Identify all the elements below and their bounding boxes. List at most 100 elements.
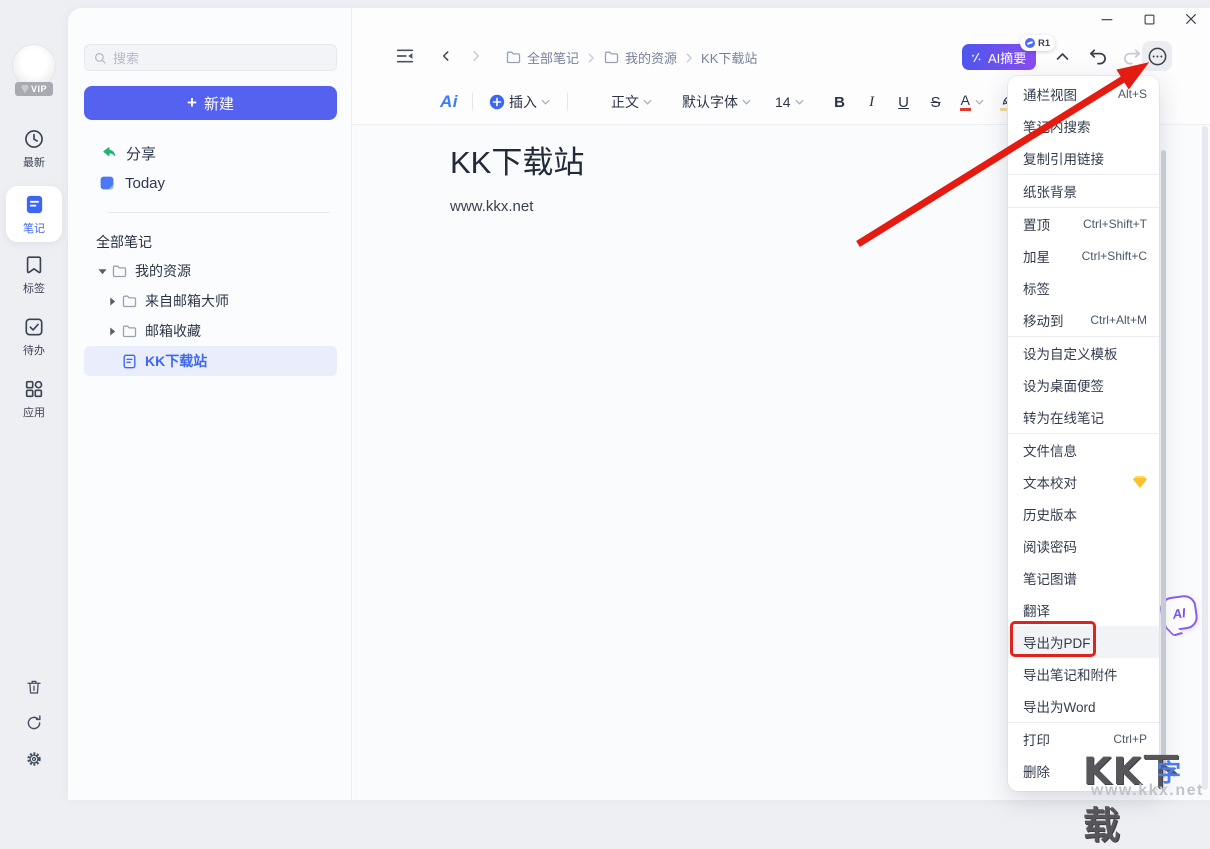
today-item[interactable]: Today xyxy=(84,169,337,197)
folder-tree: 我的资源来自邮箱大师邮箱收藏KK下载站 xyxy=(84,256,337,376)
rail-item-apps[interactable]: 应用 xyxy=(6,378,62,420)
shared-notes-item[interactable]: 分享 xyxy=(84,139,337,167)
rail-item-tags[interactable]: 标签 xyxy=(6,254,62,296)
menu-item[interactable]: 笔记图谱 xyxy=(1008,562,1159,594)
settings-button[interactable] xyxy=(0,750,68,768)
paragraph-style-select[interactable]: 正文 xyxy=(611,92,652,112)
tree-caret-icon[interactable] xyxy=(107,327,117,336)
forward-button[interactable] xyxy=(468,48,484,64)
tree-item-selected[interactable]: KK下载站 xyxy=(84,346,337,376)
font-family-select[interactable]: 默认字体 xyxy=(682,92,751,112)
menu-item-label: 文件信息 xyxy=(1023,440,1077,460)
deepseek-r1-badge: R1 xyxy=(1020,35,1055,51)
menu-item[interactable]: 设为自定义模板 xyxy=(1008,337,1159,369)
badge-label: R1 xyxy=(1038,38,1050,49)
collapse-toolbar-button[interactable] xyxy=(1053,47,1071,65)
shared-notes-label: 分享 xyxy=(126,143,156,164)
back-button[interactable] xyxy=(438,48,454,64)
vip-badge[interactable]: VIP xyxy=(15,82,53,96)
recent-icon xyxy=(23,128,45,150)
editor-scrollbar[interactable] xyxy=(1202,126,1208,790)
tree-caret-icon[interactable] xyxy=(97,268,107,275)
settings-icon xyxy=(25,750,43,768)
breadcrumb-item[interactable]: 我的资源 xyxy=(603,48,677,67)
folder-icon xyxy=(505,49,522,66)
menu-item-label: 复制引用链接 xyxy=(1023,148,1104,168)
font-color-button[interactable]: A xyxy=(960,93,984,111)
tree-item-folder[interactable]: 邮箱收藏 xyxy=(84,316,337,346)
menu-item[interactable]: 通栏视图Alt+S xyxy=(1008,78,1159,110)
menu-scrollbar[interactable] xyxy=(1161,150,1166,778)
sync-icon xyxy=(25,714,43,732)
close-button[interactable] xyxy=(1182,10,1200,28)
rail-item-label: 最新 xyxy=(23,154,45,170)
sync-button[interactable] xyxy=(0,714,68,732)
trash-icon xyxy=(25,678,43,696)
menu-item[interactable]: 标签 xyxy=(1008,272,1159,304)
bold-button[interactable]: B xyxy=(830,94,850,111)
menu-item[interactable]: 导出为Word xyxy=(1008,690,1159,722)
share-icon xyxy=(98,144,117,163)
redo-button[interactable] xyxy=(1121,47,1142,65)
trash-button[interactable] xyxy=(0,678,68,696)
note-body-text[interactable]: www.kkx.net xyxy=(450,198,533,215)
menu-item-label: 历史版本 xyxy=(1023,504,1077,524)
rail-item-label: 笔记 xyxy=(23,220,45,236)
menu-item[interactable]: 文件信息 xyxy=(1008,434,1159,466)
menu-item-label: 打印 xyxy=(1023,729,1050,749)
menu-item[interactable]: 置顶Ctrl+Shift+T xyxy=(1008,208,1159,240)
sparkle-icon xyxy=(970,51,983,64)
rail-item-todo[interactable]: 待办 xyxy=(6,316,62,358)
menu-item[interactable]: 文本校对 xyxy=(1008,466,1159,498)
menu-item[interactable]: 笔记内搜索 xyxy=(1008,110,1159,142)
menu-item-shortcut: Ctrl+Alt+M xyxy=(1090,313,1147,327)
window-controls xyxy=(1098,10,1200,28)
strikethrough-button[interactable]: S xyxy=(926,94,946,111)
all-notes-item[interactable]: 全部笔记 xyxy=(96,232,152,252)
menu-item-label: 翻译 xyxy=(1023,600,1050,620)
tree-item-label: 我的资源 xyxy=(135,261,191,281)
menu-item-label: 置顶 xyxy=(1023,214,1050,234)
more-options-menu: 通栏视图Alt+S笔记内搜索复制引用链接纸张背景置顶Ctrl+Shift+T加星… xyxy=(1008,76,1159,791)
search-input[interactable]: 搜索 xyxy=(84,44,337,71)
collapse-panel-button[interactable] xyxy=(395,47,415,65)
rail-item-recent[interactable]: 最新 xyxy=(6,128,62,170)
menu-item[interactable]: 加星Ctrl+Shift+C xyxy=(1008,240,1159,272)
underline-button[interactable]: U xyxy=(894,94,914,111)
menu-item-label: 删除 xyxy=(1023,761,1050,781)
menu-item-label: 导出为Word xyxy=(1023,696,1096,716)
tree-caret-icon[interactable] xyxy=(107,297,117,306)
menu-item[interactable]: 复制引用链接 xyxy=(1008,142,1159,174)
tree-item-folder[interactable]: 我的资源 xyxy=(84,256,337,286)
menu-item[interactable]: 阅读密码 xyxy=(1008,530,1159,562)
chevron-down-icon xyxy=(742,99,751,105)
minimize-button[interactable] xyxy=(1098,10,1116,28)
insert-button[interactable]: 插入 xyxy=(489,92,550,112)
italic-button[interactable]: I xyxy=(862,94,882,111)
menu-item[interactable]: 纸张背景 xyxy=(1008,175,1159,207)
tree-item-folder[interactable]: 来自邮箱大师 xyxy=(84,286,337,316)
maximize-button[interactable] xyxy=(1140,10,1158,28)
rail-item-label: 待办 xyxy=(23,342,45,358)
menu-item-label: 导出笔记和附件 xyxy=(1023,664,1118,684)
menu-item[interactable]: 历史版本 xyxy=(1008,498,1159,530)
today-icon xyxy=(98,174,116,192)
watermark-url: www.kkx.net xyxy=(1091,782,1204,800)
menu-item[interactable]: 移动到Ctrl+Alt+M xyxy=(1008,304,1159,336)
menu-item-shortcut: Ctrl+Shift+C xyxy=(1082,249,1147,263)
menu-item[interactable]: 设为桌面便签 xyxy=(1008,369,1159,401)
rail-item-notes[interactable]: 笔记 xyxy=(6,186,62,242)
breadcrumb-item[interactable]: 全部笔记 xyxy=(505,48,579,67)
breadcrumb-item[interactable]: KK下载站 xyxy=(701,48,757,67)
ai-assistant-button[interactable]: Ai xyxy=(440,92,458,112)
font-size-select[interactable]: 14 xyxy=(775,94,804,110)
menu-item[interactable]: 转为在线笔记 xyxy=(1008,401,1159,433)
new-note-button[interactable]: + 新建 xyxy=(84,86,337,120)
panel-divider xyxy=(108,212,330,213)
menu-item[interactable]: 导出为PDF xyxy=(1008,626,1159,658)
menu-item[interactable]: 翻译 xyxy=(1008,594,1159,626)
undo-button[interactable] xyxy=(1087,47,1108,65)
more-options-button[interactable] xyxy=(1142,41,1172,71)
note-title[interactable]: KK下载站 xyxy=(450,137,584,182)
menu-item[interactable]: 导出笔记和附件 xyxy=(1008,658,1159,690)
